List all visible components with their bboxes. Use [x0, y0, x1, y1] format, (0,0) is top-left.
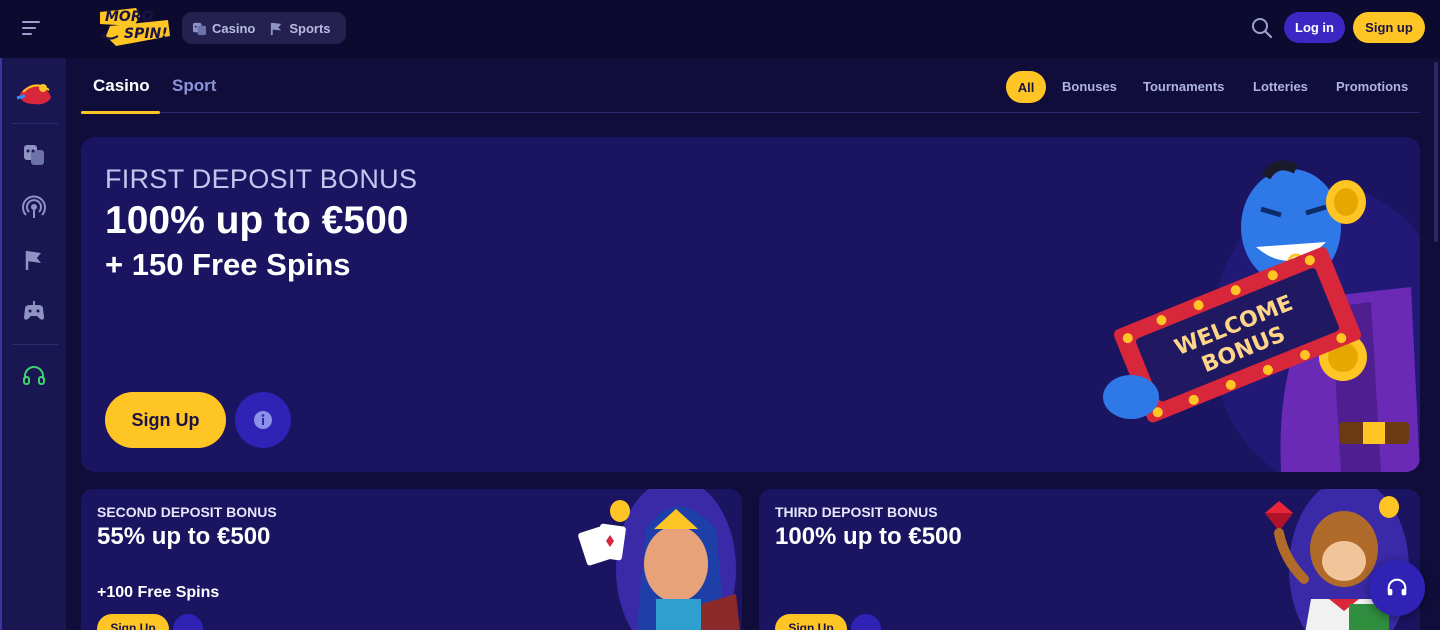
princess-illustration: [578, 489, 740, 630]
genie-illustration: WELCOME BONUS: [1103, 160, 1420, 472]
sidebar-divider: [12, 344, 58, 345]
hero-info-button[interactable]: [235, 392, 291, 448]
gamepad-icon[interactable]: [21, 299, 47, 325]
magic-lamp-icon[interactable]: [15, 78, 55, 110]
info-icon: [254, 411, 272, 429]
sidebar-divider: [12, 123, 58, 124]
card-title: 100% up to €500: [775, 523, 962, 550]
signup-button[interactable]: Sign up: [1353, 12, 1425, 43]
headset-icon[interactable]: [21, 363, 47, 389]
card-signup-button[interactable]: Sign Up: [775, 614, 847, 630]
scrollbar[interactable]: [1434, 62, 1438, 242]
subnav-divider: [81, 112, 1420, 113]
card-title: 55% up to €500: [97, 523, 271, 550]
logo[interactable]: MORO SPIN!: [96, 6, 172, 48]
card-info-button[interactable]: [173, 614, 203, 630]
svg-text:SPIN!: SPIN!: [124, 26, 168, 42]
headset-icon: [1387, 578, 1407, 596]
top-nav-casino[interactable]: Casino: [192, 21, 255, 36]
bonus-card[interactable]: THIRD DEPOSIT BONUS 100% up to €500 Sign…: [759, 489, 1420, 630]
menu-icon[interactable]: [22, 19, 42, 37]
top-nav: Casino Sports: [182, 12, 346, 44]
live-broadcast-icon[interactable]: [21, 195, 47, 221]
sidebar: [0, 58, 66, 630]
active-tab-indicator: [81, 111, 160, 114]
hero-banner[interactable]: FIRST DEPOSIT BONUS 100% up to €500 + 15…: [81, 137, 1420, 472]
bonus-card[interactable]: SECOND DEPOSIT BONUS 55% up to €500 +100…: [81, 489, 742, 630]
hero-kicker: FIRST DEPOSIT BONUS: [105, 164, 418, 194]
filter-all[interactable]: All: [1006, 71, 1046, 103]
filter-lotteries[interactable]: Lotteries: [1253, 79, 1308, 94]
hero-subtitle: + 150 Free Spins: [105, 247, 351, 282]
tab-casino[interactable]: Casino: [93, 76, 150, 96]
card-info-button[interactable]: [851, 614, 881, 630]
card-kicker: SECOND DEPOSIT BONUS: [97, 504, 277, 520]
sports-flag-icon[interactable]: [21, 247, 47, 273]
top-bar: MORO SPIN! Casino Sports Log in Sign up: [0, 0, 1440, 58]
svg-text:MORO: MORO: [105, 9, 154, 25]
top-nav-casino-label: Casino: [212, 20, 256, 36]
sports-flag-icon: [271, 22, 282, 35]
casino-masks-icon[interactable]: [21, 142, 47, 168]
top-nav-sports-label: Sports: [289, 20, 331, 36]
login-button[interactable]: Log in: [1284, 12, 1345, 43]
card-kicker: THIRD DEPOSIT BONUS: [775, 504, 938, 520]
support-chat-button[interactable]: [1369, 560, 1425, 616]
tab-sport[interactable]: Sport: [172, 76, 216, 96]
top-nav-sports[interactable]: Sports: [269, 20, 331, 36]
card-signup-button[interactable]: Sign Up: [97, 614, 169, 630]
filter-bonuses[interactable]: Bonuses: [1062, 79, 1117, 94]
filter-promotions[interactable]: Promotions: [1336, 79, 1408, 94]
casino-icon: [192, 22, 207, 35]
filter-tournaments[interactable]: Tournaments: [1143, 79, 1224, 94]
hero-signup-button[interactable]: Sign Up: [105, 392, 226, 448]
search-icon[interactable]: [1250, 16, 1274, 40]
card-subtitle: +100 Free Spins: [97, 584, 220, 601]
hero-title: 100% up to €500: [105, 199, 409, 242]
